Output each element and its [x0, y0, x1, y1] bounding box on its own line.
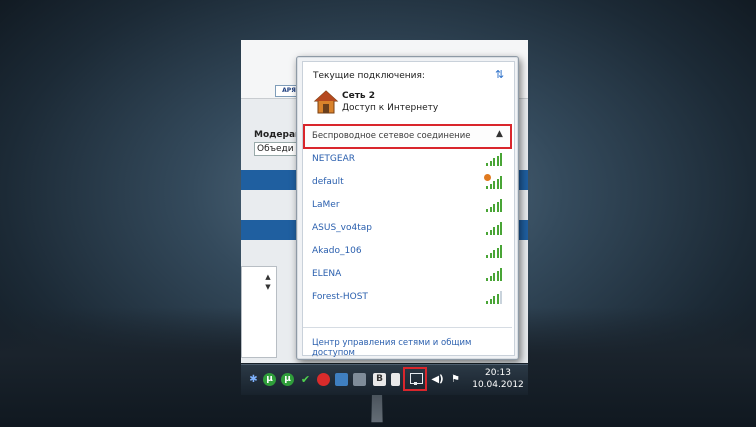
utorrent-icon[interactable]: µ: [263, 373, 276, 386]
wifi-network-name: default: [312, 177, 344, 187]
wifi-network-item[interactable]: ASUS_vo4tap: [303, 219, 512, 242]
signal-strength-icon: [486, 221, 504, 235]
security-shield-icon: [484, 174, 491, 181]
signal-strength-icon: [486, 152, 504, 166]
taskbar: ✱ µ µ ✔ B ◀) ⚑ 20:13 10.04.2012: [241, 364, 528, 395]
network-name: Сеть 2: [342, 91, 376, 101]
volume-icon[interactable]: ◀): [431, 373, 444, 386]
bluetooth-icon[interactable]: ✱: [247, 373, 260, 386]
wifi-network-name: ELENA: [312, 269, 342, 279]
wifi-network-item[interactable]: NETGEAR: [303, 150, 512, 173]
clock-time[interactable]: 20:13: [471, 368, 525, 378]
wifi-list: NETGEAR default LaMer ASUS_vo4tap Akado_106 E…: [303, 150, 512, 311]
wifi-network-name: ASUS_vo4tap: [312, 223, 372, 233]
app-icon[interactable]: [353, 373, 366, 386]
wireless-section-header[interactable]: Беспроводное сетевое соединение ▲: [303, 124, 512, 149]
network-tray-icon[interactable]: [403, 367, 427, 391]
signal-strength-icon: [486, 198, 504, 212]
lang-icon[interactable]: [335, 373, 348, 386]
wireless-section-title: Беспроводное сетевое соединение: [312, 131, 471, 141]
network-center-link[interactable]: Центр управления сетями и общим доступом: [312, 338, 514, 358]
wifi-network-item[interactable]: LaMer: [303, 196, 512, 219]
house-icon: [313, 90, 339, 114]
network-popup-body: Текущие подключения: ⇅ Сеть 2 Доступ к И…: [302, 61, 515, 358]
chevron-up-icon[interactable]: ▲: [496, 129, 503, 139]
wifi-network-item[interactable]: Akado_106: [303, 242, 512, 265]
refresh-icon[interactable]: ⇅: [495, 69, 507, 81]
green-check-icon[interactable]: ✔: [299, 373, 312, 386]
wifi-network-item[interactable]: Forest-HOST: [303, 288, 512, 311]
signal-strength-icon: [486, 244, 504, 258]
network-popup: Текущие подключения: ⇅ Сеть 2 Доступ к И…: [296, 56, 519, 360]
signal-strength-icon: [486, 290, 504, 304]
flag-icon[interactable]: ⚑: [449, 373, 462, 386]
utorrent-alt-icon[interactable]: µ: [281, 373, 294, 386]
app-icon[interactable]: [391, 373, 400, 386]
signal-strength-icon: [484, 174, 504, 189]
network-status: Доступ к Интернету: [342, 103, 439, 113]
wifi-network-item[interactable]: ELENA: [303, 265, 512, 288]
app-field-label: Модерац: [254, 130, 302, 140]
wifi-network-name: Akado_106: [312, 246, 362, 256]
divider: [303, 327, 512, 328]
b-icon[interactable]: B: [373, 373, 386, 386]
opera-icon[interactable]: [317, 373, 330, 386]
wifi-network-name: LaMer: [312, 200, 340, 210]
signal-strength-icon: [486, 267, 504, 281]
scroll-arrows-icon[interactable]: ▲ ▼: [263, 272, 273, 292]
current-connections-label: Текущие подключения:: [313, 71, 425, 81]
clock-date[interactable]: 10.04.2012: [471, 380, 525, 390]
wifi-network-name: NETGEAR: [312, 154, 355, 164]
wifi-network-item[interactable]: default: [303, 173, 512, 196]
wifi-network-name: Forest-HOST: [312, 292, 368, 302]
